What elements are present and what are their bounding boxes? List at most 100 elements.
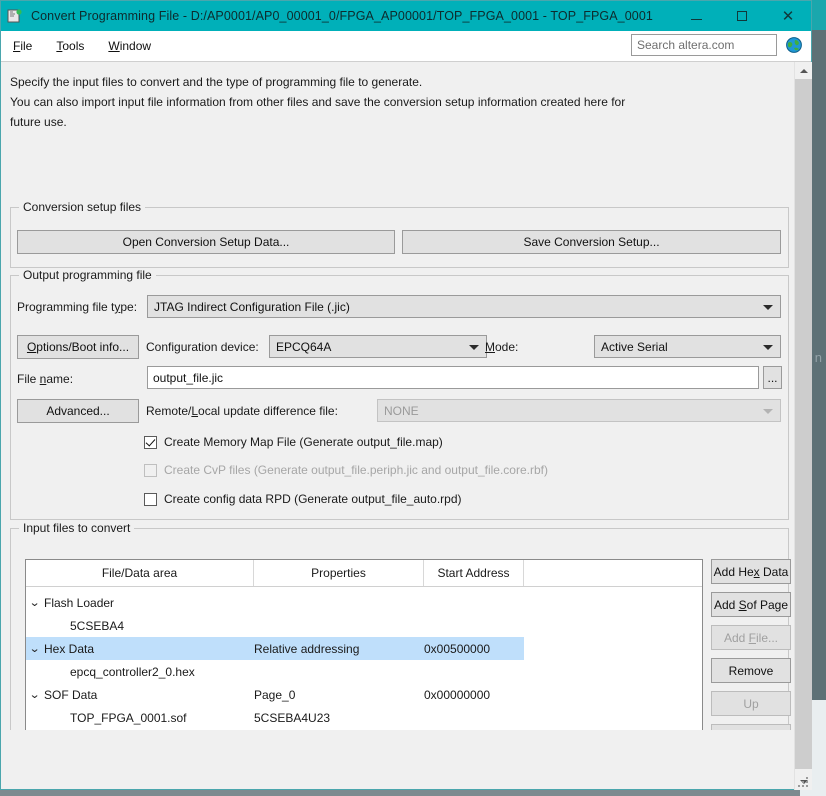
scroll-up-button[interactable] xyxy=(795,62,812,79)
minimize-button[interactable] xyxy=(673,1,719,31)
chevron-down-icon xyxy=(763,344,773,350)
mode-value: Active Serial xyxy=(601,339,668,354)
create-config-data-rpd-checkbox-row[interactable]: Create config data RPD (Generate output_… xyxy=(144,492,462,506)
chevron-down-icon xyxy=(469,344,479,350)
add-file-label: Add File... xyxy=(723,630,779,645)
remote-local-update-combo: NONE xyxy=(377,399,781,422)
create-config-data-rpd-checkbox[interactable] xyxy=(144,492,157,506)
row-address-cell: 0x00000000 xyxy=(424,687,491,702)
instructions-line-3: future use. xyxy=(10,115,67,129)
add-file-button: Add File... xyxy=(711,625,791,650)
row-file-cell: ⌄ SOF Data xyxy=(26,688,254,702)
row-file-cell: 5CSEBA4 xyxy=(70,618,125,633)
file-name-value: output_file.jic xyxy=(153,370,224,385)
row-file-cell: ⌄ Flash Loader xyxy=(26,596,254,610)
table-row[interactable]: 5CSEBA4 xyxy=(26,614,702,637)
instructions-line-2: You can also import input file informati… xyxy=(10,95,626,109)
configuration-device-value: EPCQ64A xyxy=(276,339,332,354)
close-button[interactable]: ✕ xyxy=(765,1,811,31)
advanced-button[interactable]: Advanced... xyxy=(17,399,139,423)
configuration-device-label: Configuration device: xyxy=(146,340,259,354)
column-header-file-data-area[interactable]: File/Data area xyxy=(26,560,254,586)
instructions-line-1: Specify the input files to convert and t… xyxy=(10,75,423,89)
mode-combo[interactable]: Active Serial xyxy=(594,335,781,358)
save-conversion-setup-button[interactable]: Save Conversion Setup... xyxy=(402,230,781,254)
menu-file[interactable]: File xyxy=(1,31,44,61)
options-boot-info-label: Options/Boot info... xyxy=(26,340,130,354)
create-config-data-rpd-label: Create config data RPD (Generate output_… xyxy=(164,492,462,506)
row-properties-cell: Page_0 xyxy=(254,687,296,702)
file-name-input[interactable]: output_file.jic xyxy=(147,366,759,389)
remote-local-update-label: Remote/Local update difference file: xyxy=(146,404,338,418)
background-window-ghost-text: n xyxy=(814,350,822,365)
remove-button[interactable]: Remove xyxy=(711,658,791,683)
window-controls: ✕ xyxy=(673,1,811,31)
create-memory-map-file-checkbox-row[interactable]: Create Memory Map File (Generate output_… xyxy=(144,435,443,449)
output-programming-file-group: Output programming file Programming file… xyxy=(10,268,789,520)
input-files-side-buttons: Add Hex Data Add Sof Page Add File... Re… xyxy=(711,559,791,730)
chevron-down-icon[interactable]: ⌄ xyxy=(26,642,44,655)
row-file-label: Flash Loader xyxy=(44,595,115,610)
programming-file-type-value: JTAG Indirect Configuration File (.jic) xyxy=(154,299,350,314)
table-row[interactable]: ⌄ SOF Data Page_0 0x00000000 xyxy=(26,683,702,706)
row-file-label: SOF Data xyxy=(44,687,98,702)
chevron-down-icon xyxy=(763,304,773,310)
instructions: Specify the input files to convert and t… xyxy=(2,62,795,132)
input-files-group: Input files to convert File/Data area Pr… xyxy=(10,521,791,730)
column-header-filler xyxy=(524,560,702,586)
maximize-icon xyxy=(737,11,747,21)
column-header-start-address[interactable]: Start Address xyxy=(424,560,524,586)
table-row[interactable]: TOP_FPGA_0001.sof 5CSEBA4U23 xyxy=(26,706,702,729)
chevron-down-icon[interactable]: ⌄ xyxy=(26,688,44,701)
add-hex-data-button[interactable]: Add Hex Data xyxy=(711,559,791,584)
globe-icon[interactable] xyxy=(785,36,803,54)
maximize-button[interactable] xyxy=(719,1,765,31)
chevron-down-icon xyxy=(763,408,773,414)
search-area xyxy=(631,34,777,56)
remote-local-update-value: NONE xyxy=(384,403,419,418)
chevron-down-icon[interactable]: ⌄ xyxy=(26,596,44,609)
row-file-label: Hex Data xyxy=(44,641,95,656)
convert-programming-file-window: Convert Programming File - D:/AP0001/AP0… xyxy=(0,0,812,790)
create-memory-map-file-label: Create Memory Map File (Generate output_… xyxy=(164,435,443,449)
add-sof-page-button[interactable]: Add Sof Page xyxy=(711,592,791,617)
create-cvp-files-checkbox-row: Create CvP files (Generate output_file.p… xyxy=(144,463,548,477)
programming-file-type-label: Programming file type: xyxy=(17,300,138,314)
create-memory-map-file-checkbox[interactable] xyxy=(144,435,157,449)
browse-file-button[interactable]: ... xyxy=(763,366,782,389)
titlebar[interactable]: Convert Programming File - D:/AP0001/AP0… xyxy=(1,1,811,31)
conversion-setup-group: Conversion setup files Open Conversion S… xyxy=(10,200,789,268)
row-file-cell: ⌄ Hex Data xyxy=(26,642,254,656)
add-hex-data-label: Add Hex Data xyxy=(713,564,789,579)
menu-window[interactable]: Window xyxy=(96,31,163,61)
input-files-legend: Input files to convert xyxy=(19,521,135,535)
options-boot-info-button[interactable]: Options/Boot info... xyxy=(17,335,139,359)
input-files-table[interactable]: File/Data area Properties Start Address … xyxy=(25,559,703,730)
table-header-row: File/Data area Properties Start Address xyxy=(26,560,702,587)
quartus-icon xyxy=(7,8,23,24)
resize-grip[interactable] xyxy=(798,777,808,787)
scrollbar-thumb[interactable] xyxy=(795,79,812,769)
up-button: Up xyxy=(711,691,791,716)
programming-file-type-combo[interactable]: JTAG Indirect Configuration File (.jic) xyxy=(147,295,781,318)
vertical-scrollbar[interactable] xyxy=(794,62,812,790)
open-conversion-setup-data-button[interactable]: Open Conversion Setup Data... xyxy=(17,230,395,254)
create-cvp-files-checkbox xyxy=(144,463,157,477)
dialog-content: Specify the input files to convert and t… xyxy=(2,62,795,730)
configuration-device-combo[interactable]: EPCQ64A xyxy=(269,335,487,358)
search-input[interactable] xyxy=(631,34,777,56)
create-cvp-files-label: Create CvP files (Generate output_file.p… xyxy=(164,463,548,477)
table-row[interactable]: epcq_controller2_0.hex xyxy=(26,660,702,683)
menu-file-label-rest: ile xyxy=(20,39,33,53)
column-header-properties[interactable]: Properties xyxy=(254,560,424,586)
menu-window-label-rest: indow xyxy=(119,39,152,53)
table-row[interactable]: ⌄ Hex Data Relative addressing 0x00500000 xyxy=(26,637,524,660)
menu-tools[interactable]: Tools xyxy=(44,31,96,61)
output-programming-file-legend: Output programming file xyxy=(19,268,156,282)
file-name-label: File name: xyxy=(17,372,74,386)
row-properties-cell: Relative addressing xyxy=(254,641,360,656)
row-properties-cell: 5CSEBA4U23 xyxy=(254,710,331,725)
row-file-cell: epcq_controller2_0.hex xyxy=(70,664,195,679)
row-file-cell: TOP_FPGA_0001.sof xyxy=(70,710,187,725)
table-row[interactable]: ⌄ Flash Loader xyxy=(26,591,702,614)
